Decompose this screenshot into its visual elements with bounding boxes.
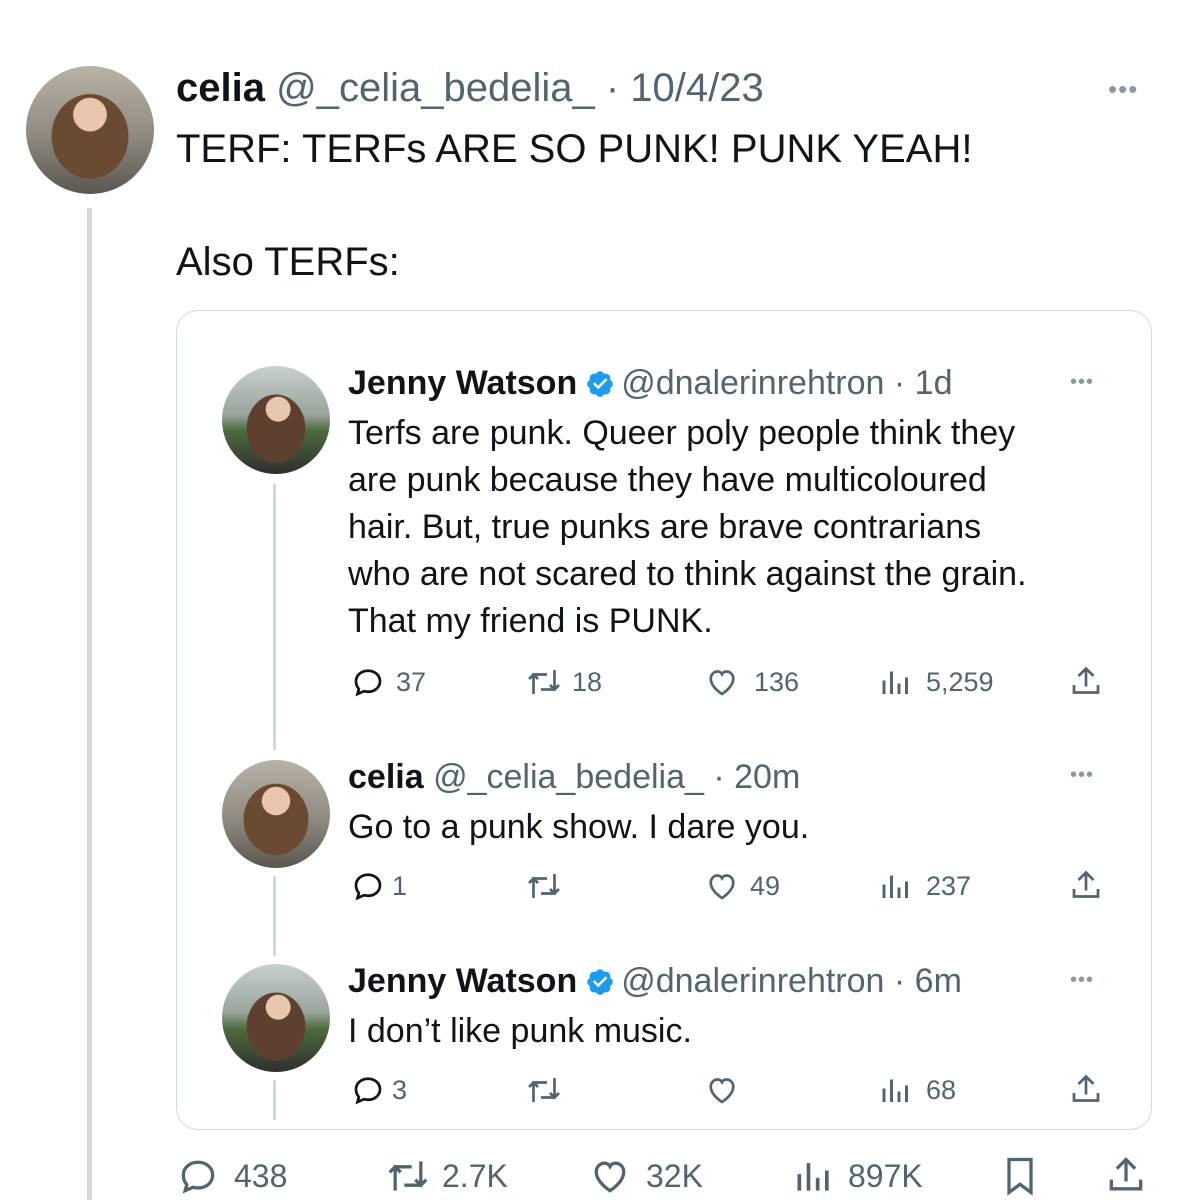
reply-text: I don’t like punk music. [348, 1012, 692, 1050]
author-handle[interactable]: @_celia_bedelia_ [433, 758, 704, 796]
reply-timestamp[interactable]: 6m [915, 962, 962, 1000]
retweet-count: 2.7K [442, 1157, 508, 1194]
retweet-button[interactable]: 2.7K [384, 1154, 508, 1198]
retweet-button[interactable] [524, 1072, 564, 1108]
tweet-text: TERF: TERFs ARE SO PUNK! PUNK YEAH! [176, 127, 973, 171]
like-button[interactable]: 32K [588, 1154, 703, 1198]
views-button[interactable]: 897K [792, 1154, 923, 1198]
reply-button[interactable]: 1 [350, 868, 407, 904]
avatar[interactable] [222, 964, 330, 1072]
text-line: Terfs are punk. Queer poly people think … [348, 414, 1016, 452]
reply-icon [354, 669, 382, 697]
like-count: 136 [754, 666, 800, 697]
separator-dot: · [703, 758, 735, 796]
share-icon [1072, 666, 1100, 694]
more-options-icon[interactable]: ••• [1070, 372, 1094, 392]
tweet-header: celia @_celia_bedelia_ · 10/4/23 [176, 64, 764, 112]
separator-dot: · [884, 962, 915, 1000]
retweet-count: 18 [572, 666, 603, 697]
more-options-icon[interactable]: ••• [1108, 76, 1138, 102]
reply-text: Terfs are punk. Queer poly people think … [348, 410, 1027, 645]
reply-button[interactable]: 3 [350, 1072, 407, 1108]
verified-badge-icon [587, 969, 614, 995]
retweet-icon [528, 1078, 560, 1102]
retweet-icon [388, 1161, 428, 1191]
analytics-icon [882, 875, 908, 898]
retweet-button[interactable]: 18 [524, 664, 602, 700]
thread-line [87, 208, 92, 1200]
view-count: 237 [926, 870, 972, 901]
share-button[interactable] [1068, 868, 1104, 904]
retweet-icon [528, 670, 560, 694]
tweet-text: Also TERFs: [176, 240, 400, 284]
tweet-timestamp[interactable]: 10/4/23 [630, 66, 763, 110]
separator-dot: · [884, 364, 915, 402]
share-button[interactable] [1104, 1154, 1148, 1198]
avatar[interactable] [26, 66, 154, 194]
text-line: are punk because they have multicoloured [348, 461, 987, 499]
heart-icon [709, 1078, 735, 1104]
share-icon [1109, 1157, 1143, 1191]
author-handle[interactable]: @_celia_bedelia_ [276, 66, 595, 110]
retweet-icon [528, 874, 560, 898]
text-line: hair. But, true punks are brave contrari… [348, 508, 982, 546]
retweet-button[interactable] [524, 868, 564, 904]
like-button[interactable]: 136 [704, 664, 799, 700]
view-count: 897K [848, 1157, 923, 1194]
reply-count: 1 [392, 870, 408, 901]
more-options-icon[interactable]: ••• [1070, 970, 1094, 990]
text-line: That my friend is PUNK. [348, 602, 713, 640]
share-button[interactable] [1068, 664, 1104, 700]
bookmark-icon [1007, 1157, 1033, 1196]
text-line: who are not scared to think against the … [348, 555, 1027, 593]
reply-count: 438 [234, 1157, 288, 1194]
reply-icon [354, 1077, 382, 1105]
reply-button[interactable]: 438 [176, 1154, 287, 1198]
share-icon [1072, 1074, 1100, 1102]
more-options-icon[interactable]: ••• [1070, 765, 1094, 785]
reply-text: Go to a punk show. I dare you. [348, 808, 810, 846]
like-count: 49 [750, 870, 781, 901]
bookmark-button[interactable] [998, 1154, 1042, 1198]
reply-count: 3 [392, 1074, 408, 1105]
share-button[interactable] [1068, 1072, 1104, 1108]
thread-line [273, 1080, 276, 1120]
author-handle[interactable]: @dnalerinrehtron [621, 364, 884, 402]
analytics-icon [882, 1079, 908, 1102]
reply-header: Jenny Watson @dnalerinrehtron · 6m [348, 960, 962, 1002]
like-button[interactable]: 49 [704, 868, 780, 904]
views-button[interactable]: 5,259 [878, 664, 994, 700]
view-count: 68 [926, 1074, 957, 1105]
avatar[interactable] [222, 760, 330, 868]
reply-button[interactable]: 37 [350, 664, 426, 700]
author-name[interactable]: celia [348, 758, 424, 796]
share-icon [1072, 870, 1100, 898]
like-button[interactable] [704, 1072, 740, 1108]
reply-header: Jenny Watson @dnalerinrehtron · 1d [348, 362, 952, 404]
reply-header: celia @_celia_bedelia_ · 20m [348, 756, 800, 798]
analytics-icon [797, 1163, 829, 1191]
heart-icon [709, 874, 735, 900]
heart-icon [594, 1161, 626, 1193]
reply-timestamp[interactable]: 1d [915, 364, 953, 402]
author-name[interactable]: Jenny Watson [348, 962, 577, 1000]
views-button[interactable]: 68 [878, 1072, 956, 1108]
reply-icon [354, 873, 382, 901]
views-button[interactable]: 237 [878, 868, 971, 904]
thread-line [273, 876, 276, 956]
separator-dot: · [594, 66, 631, 110]
author-name[interactable]: celia [176, 66, 265, 110]
author-handle[interactable]: @dnalerinrehtron [621, 962, 884, 1000]
avatar[interactable] [222, 366, 330, 474]
reply-timestamp[interactable]: 20m [734, 758, 800, 796]
reply-icon [181, 1160, 215, 1194]
like-count: 32K [646, 1157, 703, 1194]
author-name[interactable]: Jenny Watson [348, 364, 577, 402]
reply-count: 37 [396, 666, 427, 697]
verified-badge-icon [587, 371, 614, 397]
heart-icon [709, 670, 735, 696]
view-count: 5,259 [926, 666, 994, 697]
analytics-icon [882, 671, 908, 694]
thread-line [273, 484, 276, 750]
